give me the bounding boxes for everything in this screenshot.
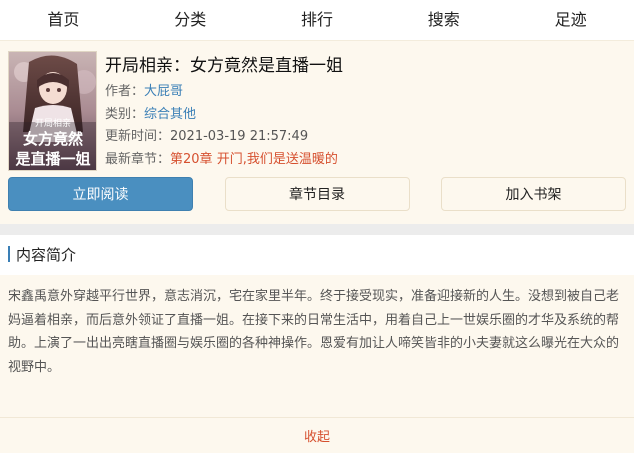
action-buttons: 立即阅读 章节目录 加入书架 xyxy=(8,177,626,211)
collapse-bar: 收起 xyxy=(0,417,634,453)
nav-history[interactable]: 足迹 xyxy=(507,0,634,40)
updated-row: 更新时间：2021-03-19 21:57:49 xyxy=(105,126,626,149)
category-label: 类别： xyxy=(105,106,145,122)
intro-text: 宋鑫禹意外穿越平行世界，意志消沉，宅在家里半年。终于接受现实，准备迎接新的人生。… xyxy=(8,289,620,375)
author-label: 作者： xyxy=(105,84,145,99)
read-now-button[interactable]: 立即阅读 xyxy=(8,177,193,211)
updated-label: 更新时间： xyxy=(105,129,171,144)
section-marker xyxy=(8,246,10,262)
book-cover[interactable]: 开局相亲 女方竟然 是直播一姐 xyxy=(8,51,97,171)
chapter-list-button[interactable]: 章节目录 xyxy=(224,177,410,211)
nav-ranking[interactable]: 排行 xyxy=(254,0,381,40)
cover-title-line1: 女方竟然 xyxy=(23,130,83,148)
intro-header: 内容简介 xyxy=(0,239,634,269)
collapse-button[interactable]: 收起 xyxy=(304,426,330,445)
book-title: 开局相亲：女方竟然是直播一姐 xyxy=(105,56,343,76)
latest-chapter-link[interactable]: 第20章 开门,我们是送温暖的 xyxy=(170,152,338,167)
category-row: 类别：综合其他 xyxy=(105,104,626,127)
updated-value: 2021-03-19 21:57:49 xyxy=(170,129,309,144)
latest-row: 最新章节：第20章 开门,我们是送温暖的 xyxy=(105,149,626,172)
intro-heading: 内容简介 xyxy=(16,245,77,264)
intro-body: 宋鑫禹意外穿越平行世界，意志消沉，宅在家里半年。终于接受现实，准备迎接新的人生。… xyxy=(0,275,634,417)
author-link[interactable]: 大屁哥 xyxy=(144,84,183,99)
cover-title-small: 开局相亲 xyxy=(35,117,71,129)
author-row: 作者：大屁哥 xyxy=(105,81,626,104)
cover-title-line2: 是直播一姐 xyxy=(14,150,90,168)
nav-home[interactable]: 首页 xyxy=(0,0,127,40)
add-to-shelf-button[interactable]: 加入书架 xyxy=(441,177,626,211)
cover-illustration: 开局相亲 女方竟然 是直播一姐 xyxy=(9,52,96,170)
latest-label: 最新章节： xyxy=(105,151,171,167)
nav-category[interactable]: 分类 xyxy=(127,0,254,40)
section-divider xyxy=(0,224,634,235)
book-info-panel: 开局相亲 女方竟然 是直播一姐 开局相亲：女方竟然是直播一姐 作者：大屁哥 类别… xyxy=(0,40,634,224)
book-meta: 开局相亲：女方竟然是直播一姐 作者：大屁哥 类别：综合其他 更新时间：2021-… xyxy=(105,53,626,171)
category-link[interactable]: 综合其他 xyxy=(144,107,196,122)
top-nav: 首页 分类 排行 搜索 足迹 xyxy=(0,0,634,40)
nav-search[interactable]: 搜索 xyxy=(380,0,507,40)
